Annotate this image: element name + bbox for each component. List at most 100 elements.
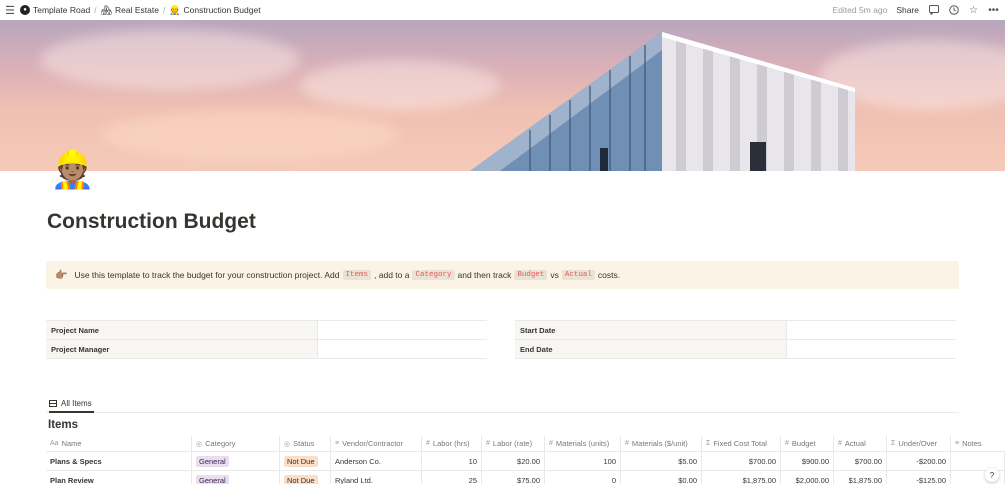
column-label: Notes <box>962 439 982 448</box>
cell-materials-units[interactable]: 100 <box>545 452 621 470</box>
breadcrumb-label: Construction Budget <box>183 5 261 15</box>
table-row[interactable]: Plans & Specs General Not Due Anderson C… <box>46 452 1005 471</box>
cell-labor-rate[interactable]: $75.00 <box>482 471 545 484</box>
column-header-materials-units[interactable]: # Materials (units) <box>545 436 621 451</box>
column-header-vendor[interactable]: ≡ Vendor/Contractor <box>331 436 422 451</box>
column-header-name[interactable]: Aa Name <box>46 436 192 451</box>
property-label: Project Name <box>46 321 317 340</box>
formula-type-icon: Σ <box>891 440 896 447</box>
star-icon[interactable]: ☆ <box>968 5 979 16</box>
cell-actual[interactable]: $700.00 <box>834 452 887 470</box>
column-label: Name <box>61 439 82 448</box>
edited-timestamp: Edited 5m ago <box>832 5 888 15</box>
callout-text: costs. <box>597 270 621 280</box>
cell-budget[interactable]: $2,000.00 <box>781 471 834 484</box>
breadcrumb-construction-budget[interactable]: 👷 Construction Budget <box>167 5 262 15</box>
column-label: Fixed Cost Total <box>713 439 767 448</box>
help-button[interactable]: ? <box>985 468 999 482</box>
clock-icon[interactable] <box>948 5 959 16</box>
column-header-labor-hrs[interactable]: # Labor (hrs) <box>422 436 482 451</box>
cell-materials-unit-cost[interactable]: $5.00 <box>621 452 702 470</box>
comment-icon[interactable] <box>928 5 939 16</box>
column-header-fixed-cost-total[interactable]: Σ Fixed Cost Total <box>702 436 781 451</box>
cell-under-over[interactable]: -$125.00 <box>887 471 951 484</box>
table-header: Aa Name ◎ Category ◎ Status ≡ Vendor/Contrac… <box>46 436 1005 452</box>
number-type-icon: # <box>549 440 553 447</box>
start-date-field[interactable] <box>786 321 956 340</box>
cell-status[interactable]: Not Due <box>280 452 331 470</box>
cell-category[interactable]: General <box>192 471 280 484</box>
status-tag: Not Due <box>284 474 318 484</box>
items-table: Aa Name ◎ Category ◎ Status ≡ Vendor/Contrac… <box>46 436 1005 484</box>
cell-status[interactable]: Not Due <box>280 471 331 484</box>
column-label: Materials ($/unit) <box>631 439 688 448</box>
topbar-actions: Edited 5m ago Share ☆ ••• <box>832 5 999 16</box>
menu-icon[interactable]: ☰ <box>2 2 18 18</box>
text-type-icon: Aa <box>50 440 59 447</box>
column-header-notes[interactable]: ≡ Notes <box>951 436 1005 451</box>
database-title[interactable]: Items <box>48 419 78 431</box>
breadcrumb-template-road[interactable]: ● Template Road <box>18 5 92 15</box>
cell-materials-unit-cost[interactable]: $0.00 <box>621 471 702 484</box>
cell-fixed-cost-total[interactable]: $700.00 <box>702 452 781 470</box>
more-icon[interactable]: ••• <box>988 5 999 16</box>
column-label: Labor (hrs) <box>432 439 470 448</box>
cover-image <box>0 20 1005 171</box>
callout-text: vs <box>550 270 559 280</box>
select-type-icon: ◎ <box>196 440 203 448</box>
end-date-field[interactable] <box>786 340 956 359</box>
cell-vendor[interactable]: Ryland Ltd. <box>331 471 422 484</box>
column-header-budget[interactable]: # Budget <box>781 436 834 451</box>
table-row[interactable]: Plan Review General Not Due Ryland Ltd. … <box>46 471 1005 484</box>
cell-category[interactable]: General <box>192 452 280 470</box>
cell-fixed-cost-total[interactable]: $1,875.00 <box>702 471 781 484</box>
breadcrumb-real-estate[interactable]: 🏘 Real Estate <box>99 5 161 15</box>
cell-name[interactable]: Plan Review <box>46 471 192 484</box>
house-emoji-icon: 🏘 <box>100 5 112 15</box>
column-header-labor-rate[interactable]: # Labor (rate) <box>482 436 545 451</box>
category-tag: General <box>196 455 229 467</box>
tab-all-items[interactable]: All Items <box>49 396 94 413</box>
inline-code-items: Items <box>342 270 372 280</box>
column-header-under-over[interactable]: Σ Under/Over <box>887 436 951 451</box>
cell-labor-rate[interactable]: $20.00 <box>482 452 545 470</box>
template-road-logo-icon: ● <box>20 5 30 15</box>
number-type-icon: # <box>625 440 629 447</box>
project-manager-field[interactable] <box>317 340 487 359</box>
number-type-icon: # <box>486 440 490 447</box>
text-type-icon: ≡ <box>335 440 340 447</box>
project-name-field[interactable] <box>317 321 487 340</box>
cell-labor-hrs[interactable]: 25 <box>422 471 482 484</box>
number-type-icon: # <box>426 440 430 447</box>
construction-worker-emoji-icon: 👷 <box>169 5 181 15</box>
top-bar: ☰ ● Template Road / 🏘 Real Estate / 👷 Co… <box>0 0 1005 20</box>
callout: 👉🏽 Use this template to track the budget… <box>46 261 959 289</box>
cell-under-over[interactable]: -$200.00 <box>887 452 951 470</box>
text-type-icon: ≡ <box>955 440 960 447</box>
callout-text: Use this template to track the budget fo… <box>74 270 340 280</box>
cell-labor-hrs[interactable]: 10 <box>422 452 482 470</box>
number-type-icon: # <box>785 440 789 447</box>
select-type-icon: ◎ <box>284 440 291 448</box>
column-header-status[interactable]: ◎ Status <box>280 436 331 451</box>
property-label: End Date <box>515 340 786 359</box>
column-header-actual[interactable]: # Actual <box>834 436 887 451</box>
cell-name[interactable]: Plans & Specs <box>46 452 192 470</box>
cell-budget[interactable]: $900.00 <box>781 452 834 470</box>
page-title[interactable]: Construction Budget <box>47 210 256 234</box>
cell-notes[interactable] <box>951 452 1005 470</box>
construction-worker-emoji-icon[interactable]: 👷🏽 <box>50 148 95 192</box>
pointing-hand-icon: 👉🏽 <box>55 269 68 281</box>
inline-code-actual: Actual <box>561 270 595 280</box>
cell-vendor[interactable]: Anderson Co. <box>331 452 422 470</box>
column-header-materials-unit-cost[interactable]: # Materials ($/unit) <box>621 436 702 451</box>
inline-code-category: Category <box>412 270 455 280</box>
breadcrumb-label: Template Road <box>33 5 91 15</box>
column-label: Labor (rate) <box>492 439 533 448</box>
share-button[interactable]: Share <box>896 5 919 15</box>
breadcrumb-label: Real Estate <box>114 5 159 15</box>
cell-materials-units[interactable]: 0 <box>545 471 621 484</box>
cell-actual[interactable]: $1,875.00 <box>834 471 887 484</box>
column-header-category[interactable]: ◎ Category <box>192 436 280 451</box>
building-illustration <box>470 32 855 171</box>
